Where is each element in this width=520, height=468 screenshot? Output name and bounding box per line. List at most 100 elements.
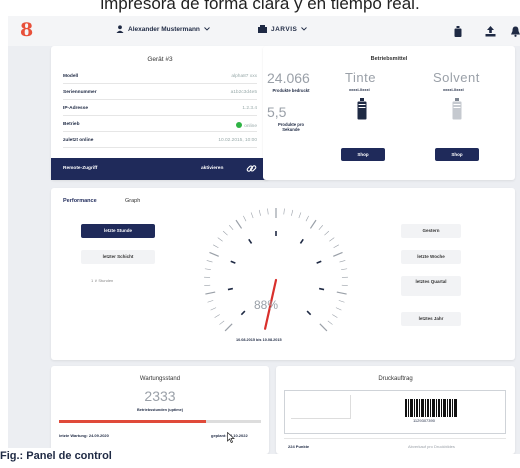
caption-top: impresora de forma clara y en tiempo rea… — [100, 0, 420, 13]
solvent-shop-button[interactable]: Shop — [435, 148, 479, 161]
gauge-minor-tick — [250, 212, 254, 219]
user-name: Alexander Mustermann — [128, 25, 200, 33]
chevron-down-icon — [204, 27, 210, 31]
device-row-last-online: zuletzt online 10.02.2015, 10:00 — [63, 132, 257, 148]
gauge-value: 88% — [254, 298, 279, 312]
gauge-minor-tick — [214, 314, 220, 318]
device-row-ip: IP-Adresse 1.2.3.4 — [63, 100, 257, 116]
ink-shop-button[interactable]: Shop — [341, 148, 385, 161]
bell-icon[interactable] — [511, 24, 520, 42]
cursor-icon — [227, 430, 235, 448]
user-menu[interactable]: Alexander Mustermann — [116, 25, 210, 33]
status-value: online — [236, 122, 257, 129]
btn-last-shift[interactable]: letzter Schicht — [81, 250, 155, 264]
printed-count: 24.066 — [267, 70, 310, 86]
last-maintenance: letzte Wartung: 24.09.2020 — [59, 433, 109, 438]
gauge — [204, 208, 348, 332]
chevron-down-icon — [301, 27, 308, 31]
dashboard-screen: 8 Alexander Mustermann JARVIS Gerät #3 M… — [8, 16, 520, 454]
printer-icon — [258, 25, 267, 33]
row-key: IP-Adresse — [63, 106, 89, 111]
ink-label: Tinte — [345, 70, 376, 85]
online-status-dot — [236, 122, 243, 128]
gauge-minor-tick — [213, 244, 219, 249]
btn-yesterday[interactable]: Gestern — [401, 224, 461, 238]
device-row-serial: Seriennummer a1b2c3d4e5 — [63, 84, 257, 100]
row-value: a1b2c3d4e5 — [230, 90, 257, 95]
gauge-inner-tick — [316, 260, 322, 264]
supplies-card: Betriebsmittel 24.066 Produkte bedruckt … — [263, 46, 515, 180]
btn-last-hour[interactable]: letzte Stunde — [81, 224, 155, 238]
gauge-minor-tick — [341, 268, 348, 270]
gauge-minor-tick — [339, 260, 346, 263]
print-preview: 1129307390 — [284, 390, 506, 434]
gauge-inner-tick — [240, 310, 246, 316]
maintenance-card: Wartungsstand 2333 Betriebsstunden (upti… — [51, 366, 269, 454]
upload-icon[interactable] — [485, 24, 496, 42]
remote-access-label: Remote-Zugriff — [63, 166, 98, 171]
gauge-minor-tick — [243, 215, 247, 222]
remote-access-bar: Remote-Zugriff aktivieren — [51, 158, 269, 180]
gauge-inner-tick — [306, 310, 312, 316]
row-value: online — [244, 124, 257, 129]
tab-performance[interactable]: Performance — [63, 198, 97, 204]
gauge-major-tick — [205, 291, 216, 295]
row-key: Betrieb — [63, 122, 80, 127]
row-value: 10.02.2015, 10:00 — [218, 138, 257, 143]
gauge-minor-tick — [298, 212, 302, 219]
figure-caption: Fig.: Panel de control — [0, 448, 116, 466]
gauge-minor-tick — [333, 244, 339, 249]
gauge-minor-tick — [324, 230, 330, 236]
operating-hours: 2333 — [144, 388, 176, 404]
ink-bottle-icon[interactable] — [454, 24, 462, 42]
gauge-minor-tick — [219, 320, 225, 325]
gauge-minor-tick — [291, 209, 294, 216]
solvent-label: Solvent — [433, 70, 480, 85]
print-job-card: Druckauftrag 1129307390 224 Punkte Abver… — [276, 366, 515, 454]
gauge-minor-tick — [229, 225, 234, 231]
solvent-subtitle: xxxxl-Xxxxl — [443, 88, 464, 92]
btn-last-week[interactable]: letzte Woche — [401, 250, 461, 264]
per-second-label: Produkte pro Sekunde — [277, 122, 305, 133]
divider — [284, 438, 506, 439]
solvent-cartridge-icon — [452, 98, 462, 125]
gauge-minor-tick — [258, 209, 261, 216]
gauge-minor-tick — [206, 260, 213, 263]
ink-cartridge-icon — [357, 98, 367, 125]
gauge-minor-tick — [329, 237, 335, 242]
top-bar: 8 Alexander Mustermann JARVIS — [8, 16, 520, 46]
gauge-major-tick — [333, 251, 343, 257]
gauge-major-tick — [209, 251, 219, 257]
gauge-major-tick — [319, 323, 328, 332]
gauge-minor-tick — [338, 300, 345, 303]
gauge-inner-tick — [230, 260, 236, 264]
device-row-model: Modell alpha87 xxx — [63, 68, 257, 84]
hours-selector[interactable]: 1 ∨ Stunden — [91, 278, 113, 283]
preview-text-block — [291, 395, 351, 419]
barcode-icon — [405, 399, 457, 417]
device-row-status: Betrieb online — [63, 116, 257, 132]
btn-last-year[interactable]: letztes Jahr — [401, 312, 461, 326]
row-key: zuletzt online — [63, 138, 94, 143]
gauge-minor-tick — [305, 215, 309, 222]
gauge-minor-tick — [207, 300, 214, 303]
points-label: 224 Punkte — [288, 444, 310, 449]
points-value: Abverkauf pro Druckbildes — [408, 444, 455, 449]
remote-access-activate[interactable]: aktivieren — [201, 166, 223, 171]
gauge-major-tick — [224, 323, 233, 332]
row-key: Seriennummer — [63, 90, 97, 95]
gauge-inner-tick — [299, 238, 304, 244]
barcode-number: 1129307390 — [413, 418, 435, 423]
tab-graph[interactable]: Graph — [125, 198, 140, 204]
date-range: 10.08.2015 bis 10.08.2015 — [236, 338, 282, 342]
maintenance-progress-track — [59, 420, 261, 423]
device-card: Gerät #3 Modell alpha87 xxx Seriennummer… — [51, 46, 269, 180]
gauge-minor-tick — [283, 208, 285, 215]
btn-last-quarter[interactable]: letztes Quartal — [401, 276, 461, 296]
brand-logo[interactable]: 8 — [20, 19, 33, 41]
gauge-major-tick — [235, 219, 243, 229]
gauge-minor-tick — [217, 237, 223, 242]
printer-menu[interactable]: JARVIS — [258, 25, 308, 33]
printed-count-label: Produkte bedruckt — [272, 88, 310, 93]
row-key: Modell — [63, 74, 79, 79]
